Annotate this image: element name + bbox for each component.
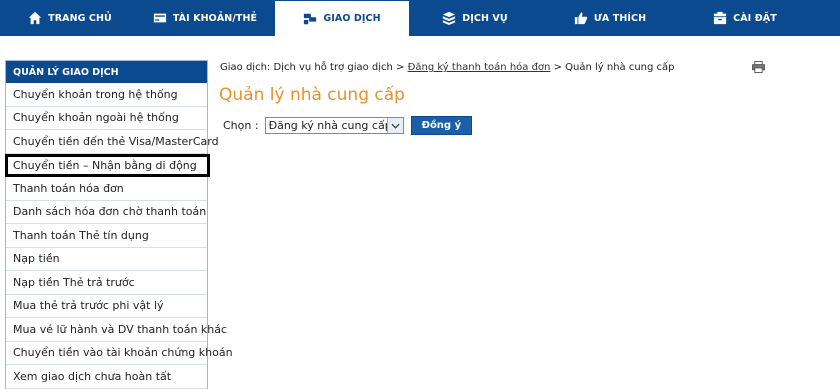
provider-form: Chọn : Đăng ký nhà cung cấp Đồng ý [223, 116, 473, 135]
sidebar-item-pending-bills[interactable]: Danh sách hóa đơn chờ thanh toán [6, 201, 207, 224]
tab-favorites-label: ƯA THÍCH [593, 12, 647, 24]
tab-home[interactable]: TRANG CHỦ [25, 0, 115, 36]
sidebar-item-internal-transfer[interactable]: Chuyển khoản trong hệ thống [6, 83, 207, 107]
breadcrumb: Giao dịch: Dịch vụ hỗ trợ giao dịch > Đă… [220, 62, 675, 73]
services-icon [442, 11, 456, 25]
sidebar-title: QUẢN LÝ GIAO DỊCH [6, 61, 207, 83]
transaction-icon [303, 12, 317, 26]
home-icon [28, 11, 42, 25]
sidebar-item-virtual-prepaid-card[interactable]: Mua thẻ trả trước phi vật lý [6, 295, 207, 318]
select-label: Chọn : [223, 119, 259, 132]
sidebar-item-bill-payment[interactable]: Thanh toán hóa đơn [6, 177, 207, 201]
page-title: Quản lý nhà cung cấp [219, 85, 405, 105]
sidebar-item-mobile-transfer[interactable]: Chuyển tiền – Nhận bằng di động [5, 153, 210, 177]
tab-settings[interactable]: CÀI ĐẶT [700, 0, 790, 36]
submit-button[interactable]: Đồng ý [410, 116, 473, 135]
breadcrumb-section: Giao dịch: Dịch vụ hỗ trợ giao dịch > [220, 62, 405, 73]
tab-services-label: DỊCH VỤ [462, 12, 508, 24]
provider-action-select[interactable]: Đăng ký nhà cung cấp [264, 117, 404, 134]
settings-icon [713, 11, 727, 25]
tab-services[interactable]: DỊCH VỤ [430, 0, 520, 36]
sidebar: QUẢN LÝ GIAO DỊCH Chuyển khoản trong hệ … [5, 60, 233, 389]
breadcrumb-current: > Quản lý nhà cung cấp [553, 62, 675, 73]
sidebar-item-securities-transfer[interactable]: Chuyển tiền vào tài khoản chứng khoán [6, 342, 233, 365]
top-nav-bar: TRANG CHỦ TÀI KHOẢN/THẺ GIAO DỊCH DỊCH V… [0, 0, 840, 36]
tab-home-label: TRANG CHỦ [48, 12, 112, 24]
sidebar-item-travel-tickets[interactable]: Mua vé lữ hành và DV thanh toán khác [6, 318, 227, 342]
print-icon[interactable] [752, 61, 765, 73]
tab-transactions-label: GIAO DỊCH [323, 13, 381, 24]
tab-transactions[interactable]: GIAO DỊCH [275, 1, 409, 36]
card-icon [153, 11, 167, 25]
sidebar-item-credit-card-payment[interactable]: Thanh toán Thẻ tín dụng [6, 224, 207, 248]
chevron-down-icon[interactable] [386, 118, 403, 133]
tab-accounts-cards[interactable]: TÀI KHOẢN/THẺ [150, 0, 260, 36]
sidebar-item-top-up[interactable]: Nạp tiền [6, 248, 207, 271]
tab-favorites[interactable]: ƯA THÍCH [560, 0, 660, 36]
sidebar-item-prepaid-card-top-up[interactable]: Nạp tiền Thẻ trả trước [6, 271, 207, 295]
sidebar-item-visa-mastercard-transfer[interactable]: Chuyển tiền đến thẻ Visa/MasterCard [6, 130, 219, 154]
sidebar-item-incomplete-transactions[interactable]: Xem giao dịch chưa hoàn tất [6, 365, 207, 389]
tab-settings-label: CÀI ĐẶT [733, 12, 777, 24]
favorite-icon [574, 11, 588, 25]
select-value: Đăng ký nhà cung cấp [268, 119, 387, 132]
tab-accounts-cards-label: TÀI KHOẢN/THẺ [172, 12, 258, 24]
breadcrumb-link-bill-registration[interactable]: Đăng ký thanh toán hóa đơn [408, 62, 551, 73]
sidebar-item-external-transfer[interactable]: Chuyển khoản ngoài hệ thống [6, 107, 207, 130]
